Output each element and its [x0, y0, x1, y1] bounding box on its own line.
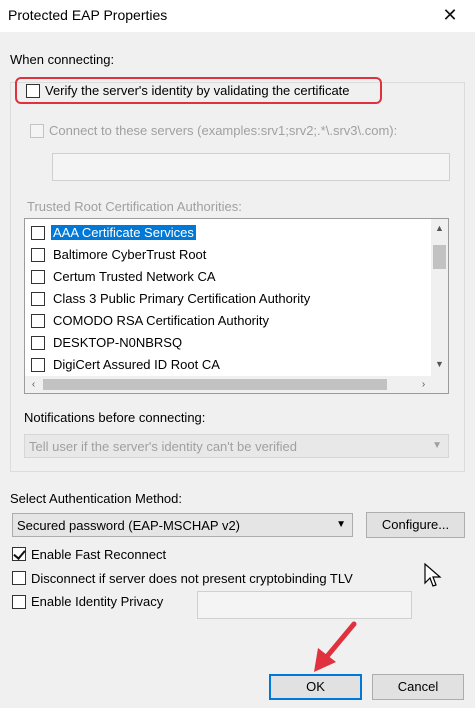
- ok-button[interactable]: OK: [269, 674, 362, 700]
- close-icon[interactable]: ✕: [439, 4, 461, 26]
- cert-label: COMODO RSA Certification Authority: [53, 313, 270, 328]
- cert-item-comodo[interactable]: COMODO RSA Certification Authority: [31, 311, 421, 331]
- cert-checkbox[interactable]: [31, 314, 45, 328]
- chevron-down-icon: ▼: [336, 519, 346, 530]
- cert-checkbox[interactable]: [31, 358, 45, 372]
- connect-servers-label: Connect to these servers (examples:srv1;…: [49, 123, 398, 138]
- horizontal-scroll-thumb[interactable]: [43, 379, 387, 390]
- cert-label: AAA Certificate Services: [51, 225, 196, 240]
- trusted-root-list[interactable]: AAA Certificate Services Baltimore Cyber…: [24, 218, 449, 394]
- cert-checkbox[interactable]: [31, 248, 45, 262]
- auth-method-label: Select Authentication Method:: [10, 491, 183, 506]
- red-arrow-annotation-icon: [314, 621, 357, 672]
- cert-item-baltimore[interactable]: Baltimore CyberTrust Root: [31, 245, 421, 265]
- identity-privacy-label[interactable]: Enable Identity Privacy: [31, 594, 163, 609]
- scroll-down-icon[interactable]: ▼: [431, 359, 448, 369]
- scroll-corner: [431, 376, 448, 393]
- auth-method-value: Secured password (EAP-MSCHAP v2): [17, 518, 241, 533]
- auth-method-select[interactable]: Secured password (EAP-MSCHAP v2) ▼: [12, 513, 353, 537]
- cert-label: Baltimore CyberTrust Root: [53, 247, 207, 262]
- cryptobinding-label[interactable]: Disconnect if server does not present cr…: [31, 571, 353, 586]
- horizontal-scrollbar[interactable]: ‹ ›: [25, 376, 433, 393]
- cert-label: Certum Trusted Network CA: [53, 269, 216, 284]
- verify-server-label[interactable]: Verify the server's identity by validati…: [45, 83, 350, 98]
- configure-button[interactable]: Configure...: [366, 512, 465, 538]
- vertical-scroll-thumb[interactable]: [433, 245, 446, 269]
- when-connecting-label: When connecting:: [10, 52, 115, 67]
- identity-privacy-checkbox[interactable]: [12, 595, 26, 609]
- notifications-label: Notifications before connecting:: [24, 410, 206, 425]
- connect-servers-checkbox[interactable]: [30, 124, 44, 138]
- connect-servers-input[interactable]: [52, 153, 450, 181]
- cancel-button[interactable]: Cancel: [372, 674, 464, 700]
- vertical-scrollbar[interactable]: ▲ ▼: [431, 219, 448, 376]
- scroll-left-icon[interactable]: ‹: [25, 376, 42, 393]
- cert-checkbox[interactable]: [31, 270, 45, 284]
- title-bar: Protected EAP Properties ✕: [0, 0, 475, 32]
- cert-label: Class 3 Public Primary Certification Aut…: [53, 291, 311, 306]
- notifications-value: Tell user if the server's identity can't…: [29, 439, 297, 454]
- cert-checkbox[interactable]: [31, 226, 45, 240]
- cert-item-certum[interactable]: Certum Trusted Network CA: [31, 267, 421, 287]
- identity-privacy-input[interactable]: [197, 591, 412, 619]
- verify-server-checkbox[interactable]: [26, 84, 40, 98]
- scroll-up-icon[interactable]: ▲: [431, 223, 448, 233]
- fast-reconnect-label[interactable]: Enable Fast Reconnect: [31, 547, 166, 562]
- cert-checkbox[interactable]: [31, 336, 45, 350]
- cert-item-aaa[interactable]: AAA Certificate Services: [31, 223, 421, 243]
- trusted-root-label: Trusted Root Certification Authorities:: [27, 199, 242, 214]
- mouse-cursor-icon: [424, 563, 442, 587]
- cert-label: DigiCert Assured ID Root CA: [53, 357, 220, 372]
- scroll-right-icon[interactable]: ›: [415, 376, 432, 393]
- cert-item-desktop[interactable]: DESKTOP-N0NBRSQ: [31, 333, 421, 353]
- chevron-down-icon: ▼: [432, 440, 442, 451]
- cryptobinding-checkbox[interactable]: [12, 571, 26, 585]
- cert-item-class3[interactable]: Class 3 Public Primary Certification Aut…: [31, 289, 421, 309]
- notifications-select[interactable]: Tell user if the server's identity can't…: [24, 434, 449, 458]
- cert-item-digicert[interactable]: DigiCert Assured ID Root CA: [31, 355, 421, 375]
- window-title: Protected EAP Properties: [8, 7, 168, 23]
- cert-checkbox[interactable]: [31, 292, 45, 306]
- fast-reconnect-checkbox[interactable]: [12, 547, 26, 561]
- cert-label: DESKTOP-N0NBRSQ: [53, 335, 183, 350]
